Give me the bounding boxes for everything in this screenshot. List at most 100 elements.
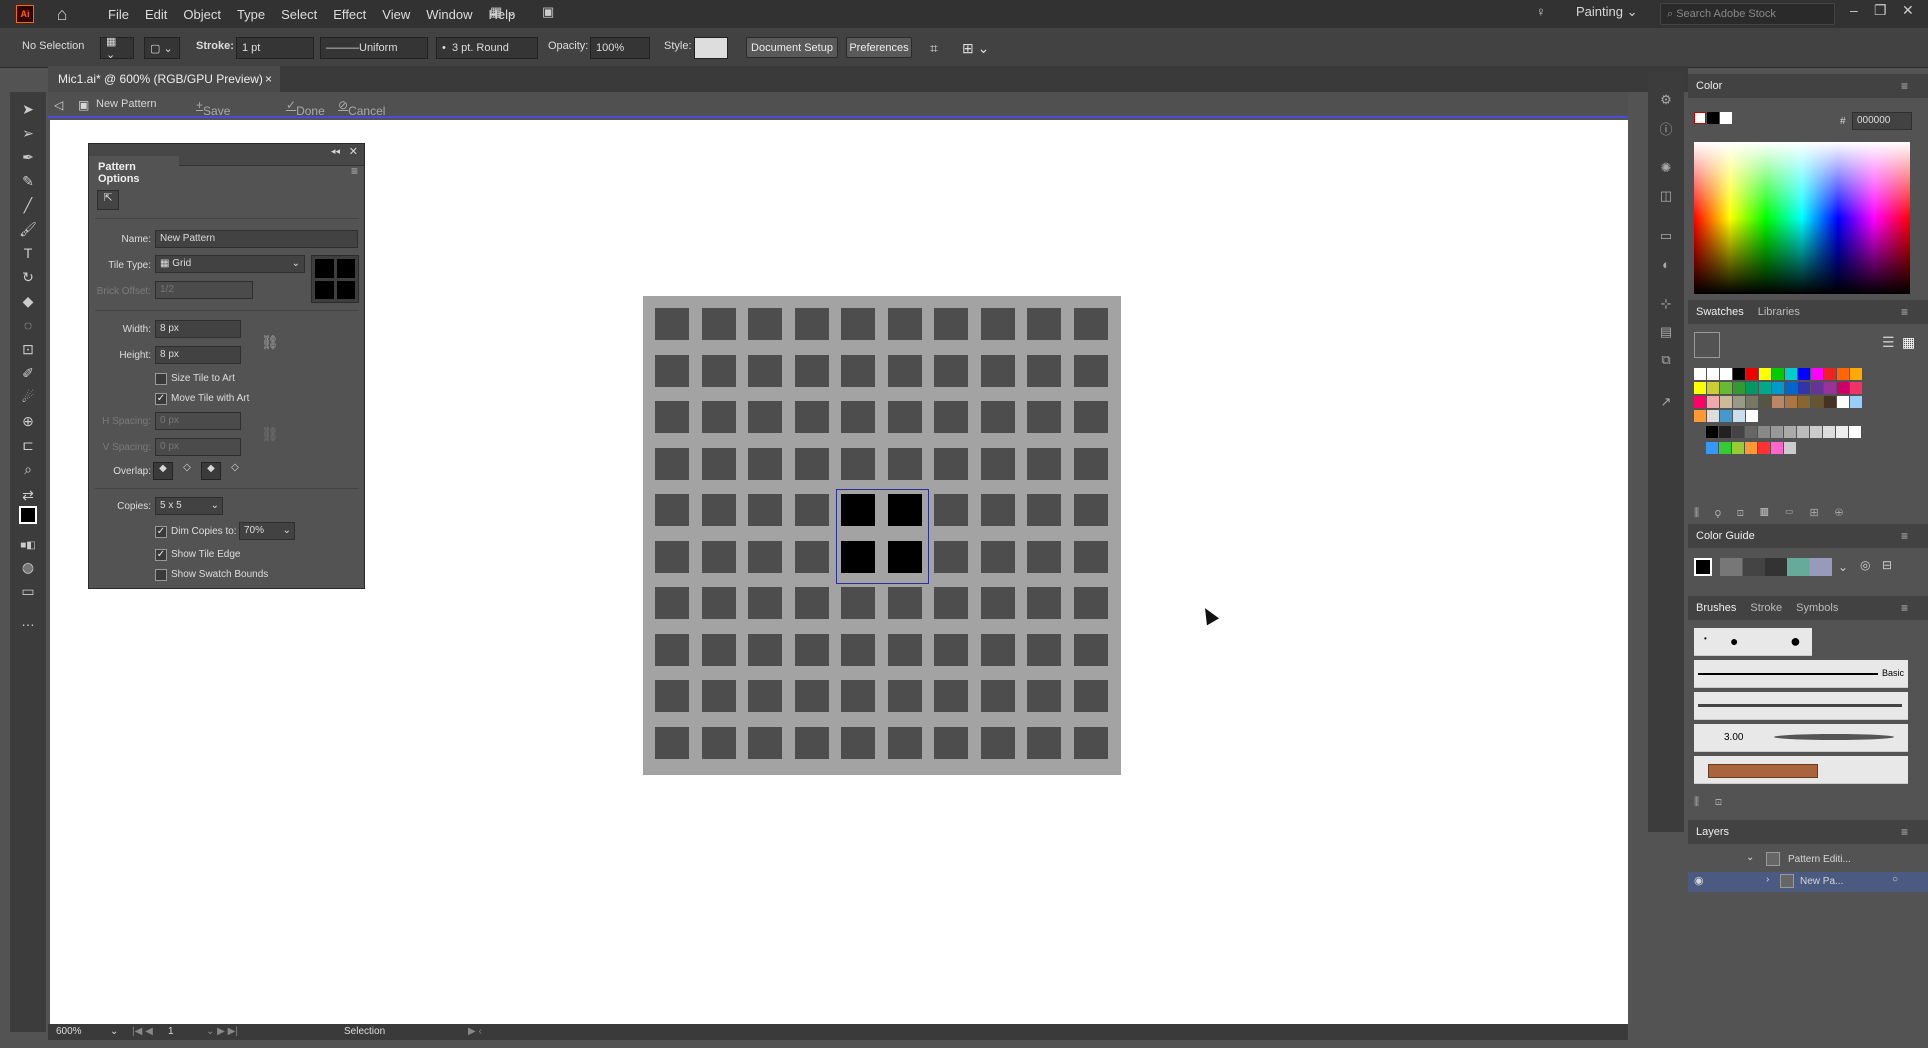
swatch-grey[interactable] [1771,426,1783,438]
document-setup-button[interactable]: Document Setup [746,37,838,58]
pattern-copy-square[interactable] [794,308,829,340]
draw-mode-icon[interactable]: ◍ [19,558,37,576]
dim-value-field[interactable]: 70% ⌄ [239,522,295,540]
swatch-grey[interactable] [1758,426,1770,438]
graphic-style-swatch[interactable] [694,37,728,59]
top-in-front-icon[interactable]: ◆ [201,462,221,480]
swatch-actions[interactable]: ⫼⚲⊡▦▭⊞⊕ [1694,506,1859,520]
pattern-copy-square[interactable] [655,726,689,759]
eraser-tool-icon[interactable]: ◆ [19,292,37,310]
info-icon[interactable]: ⓘ [1658,120,1674,137]
swatch[interactable] [1811,368,1823,380]
pattern-copy-square[interactable] [701,447,736,480]
pattern-copy-square[interactable] [655,680,689,712]
left-in-front-icon[interactable]: ◆ [153,462,173,480]
dim-copies-checkbox[interactable]: ✓ [155,526,167,538]
pattern-copy-square[interactable] [701,540,736,573]
pattern-copy-square[interactable] [655,540,689,573]
swatch[interactable] [1759,368,1771,380]
opacity-field[interactable]: 100% [590,37,650,59]
white-swatch[interactable] [1720,112,1732,124]
pattern-copy-square[interactable] [701,401,736,433]
swatch-grey[interactable] [1823,426,1835,438]
transparency-icon[interactable]: ◐ [1658,256,1674,272]
save-copy-button[interactable]: + Save a Copy [196,98,231,146]
swatch-grey[interactable] [1810,426,1822,438]
status-arrow-icon[interactable]: ▶ ‹ [468,1026,482,1037]
layer-row[interactable]: ⌄ Pattern Editi... [1688,850,1928,870]
pattern-copy-square[interactable] [1073,726,1108,759]
pattern-copy-square[interactable] [748,726,782,759]
swatch[interactable] [1798,368,1810,380]
pattern-copy-square[interactable] [748,494,782,526]
pattern-copy-square[interactable] [980,726,1015,759]
pattern-copy-square[interactable] [887,401,922,433]
pattern-copy-square[interactable] [748,447,782,480]
width-field[interactable]: 8 px [155,320,241,338]
pattern-copy-square[interactable] [655,308,689,340]
pattern-copy-square[interactable] [655,633,689,666]
artboard-nav-next-icon[interactable]: ⌄ ▶ ▶| [206,1026,238,1037]
pattern-copy-square[interactable] [1073,401,1108,433]
fill-stroke-mini[interactable] [1694,112,1734,126]
swatch[interactable] [1733,368,1745,380]
swatch-grey[interactable] [1836,426,1848,438]
restore-icon[interactable]: ❐ [1874,2,1887,19]
swatch[interactable] [1785,382,1797,394]
pattern-copy-square[interactable] [980,447,1015,480]
tab-libraries[interactable]: Libraries [1758,306,1800,318]
pattern-copy-square[interactable] [748,354,782,387]
swatch-grey[interactable] [1706,426,1718,438]
swatch[interactable] [1746,368,1758,380]
zoom-level[interactable]: 600% [56,1026,82,1037]
pattern-copy-square[interactable] [887,447,922,480]
swatch[interactable] [1694,368,1706,380]
pattern-copy-square[interactable] [1073,494,1108,526]
swatch-group[interactable] [1784,442,1796,454]
swatch[interactable] [1837,368,1849,380]
pattern-copy-square[interactable] [1073,587,1108,619]
fill-stroke-indicator[interactable] [1694,332,1720,358]
document-tab[interactable]: Mic1.ai* @ 600% (RGB/GPU Preview) × [48,66,280,92]
swatch-grey[interactable] [1797,426,1809,438]
collapse-icon[interactable]: ◂◂ [331,146,340,157]
pattern-copy-square[interactable] [934,447,968,480]
pattern-copy-square[interactable] [1073,354,1108,387]
pattern-copy-square[interactable] [794,680,829,712]
right-in-front-icon[interactable]: ◇ [177,462,197,480]
pattern-copy-square[interactable] [934,633,968,666]
swatch[interactable] [1720,382,1732,394]
artboard-number[interactable]: 1 [168,1026,174,1037]
transform-panel-icon[interactable]: ⊹ [1658,296,1674,312]
curvature-tool-icon[interactable]: ✎ [19,172,37,190]
swatch[interactable] [1811,382,1823,394]
pattern-copy-square[interactable] [934,540,968,573]
pattern-copy-square[interactable] [1073,680,1108,712]
close-panel-icon[interactable]: ✕ [349,145,358,158]
swatch[interactable] [1694,410,1706,422]
brush-calligraphic-row[interactable]: 3.00 [1694,724,1908,752]
chevron-down-icon[interactable]: ⌄ [1746,852,1754,863]
pattern-copy-square[interactable] [934,354,968,387]
type-tool-icon[interactable]: T [19,244,37,262]
pattern-copy-square[interactable] [748,540,782,573]
pattern-copy-square[interactable] [1027,494,1061,526]
rotate-tool-icon[interactable]: ↻ [19,268,37,286]
swatch-grey[interactable] [1849,426,1861,438]
swatch[interactable] [1733,396,1745,408]
pattern-copy-square[interactable] [1027,680,1061,712]
chevron-down-icon[interactable]: ⌄ [110,1026,118,1037]
lightbulb-icon[interactable]: ♀ [1536,4,1546,19]
lasso-tool-icon[interactable]: ◌ [19,316,37,334]
pen-tool-icon[interactable]: ✒ [19,148,37,166]
swatch-group[interactable] [1758,442,1770,454]
swatch[interactable] [1720,410,1732,422]
pattern-copy-square[interactable] [794,587,829,619]
pattern-copy-square[interactable] [980,540,1015,573]
swap-fill-stroke-icon[interactable]: ⇄ [19,486,37,504]
align-icon[interactable]: ⌗ [930,40,938,57]
swatch[interactable] [1772,396,1784,408]
copies-select[interactable]: 5 x 5 ⌄ [155,497,223,515]
color-spectrum[interactable] [1694,142,1910,294]
pathfinder-icon[interactable]: ⧉ [1658,352,1674,368]
